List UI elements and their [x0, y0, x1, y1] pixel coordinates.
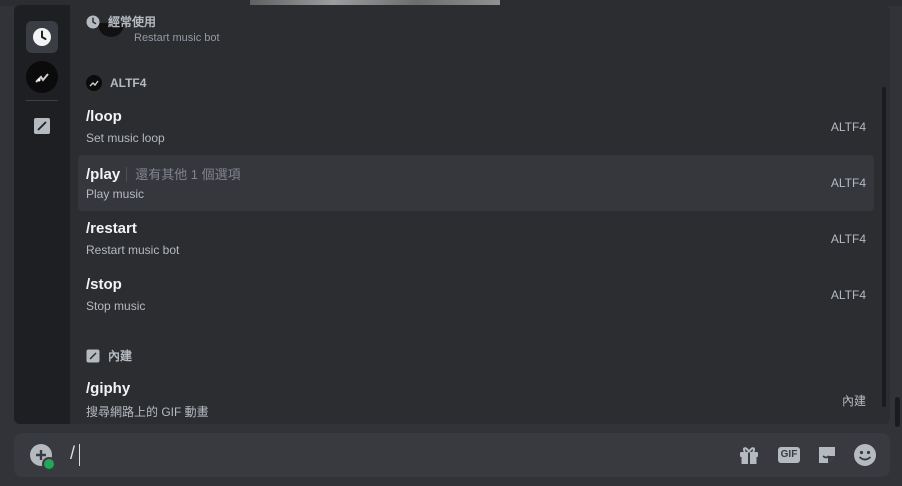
- command-item-stop[interactable]: /stop Stop music ALTF4: [78, 267, 874, 323]
- gif-button[interactable]: GIF: [776, 442, 802, 468]
- message-input-bar: / GIF: [14, 433, 890, 477]
- command-name: /play: [86, 166, 121, 183]
- text-caret: [79, 444, 80, 466]
- section-label: 內建: [108, 349, 133, 363]
- command-name: /giphy: [86, 380, 131, 397]
- command-description: Restart music bot: [86, 243, 180, 257]
- section-header-frequent: 經常使用: [86, 13, 156, 30]
- command-source: ALTF4: [830, 120, 866, 134]
- command-description: Set music loop: [86, 131, 165, 145]
- command-name: /restart: [86, 220, 137, 237]
- command-item-loop[interactable]: /loop Set music loop ALTF4: [78, 99, 874, 155]
- command-item-play[interactable]: /play 還有其他 1 個選項 Play music ALTF4: [78, 155, 874, 211]
- status-dot: [42, 457, 56, 471]
- command-source: 內建: [841, 394, 866, 408]
- bot-avatar-icon: [35, 73, 49, 83]
- command-name-row: /play 還有其他 1 個選項: [86, 164, 241, 183]
- section-header-builtin: 內建: [86, 347, 132, 364]
- gift-button[interactable]: [736, 442, 762, 468]
- command-description: Play music: [86, 187, 145, 201]
- gif-icon: GIF: [777, 447, 801, 463]
- rail-builtin-button[interactable]: [26, 110, 58, 142]
- section-header-bot: ALTF4: [86, 75, 146, 91]
- more-options-hint: 還有其他 1 個選項: [126, 167, 241, 182]
- list-scrollbar[interactable]: [882, 87, 886, 407]
- chat-scrollbar[interactable]: [895, 397, 900, 427]
- command-description: Stop music: [86, 299, 146, 313]
- smile-icon: [854, 444, 876, 466]
- gift-icon: [740, 447, 758, 464]
- slash-command-icon: [86, 349, 100, 362]
- command-autocomplete-popup: Restart music bot 經常使用 ALTF4 /loop Set m…: [14, 5, 890, 424]
- section-label: ALTF4: [110, 76, 147, 90]
- sticker-icon: [819, 447, 835, 463]
- section-label: 經常使用: [108, 15, 157, 29]
- rail-bot-avatar-button[interactable]: [26, 61, 58, 93]
- command-name: /loop: [86, 108, 122, 125]
- message-input[interactable]: /: [70, 443, 75, 464]
- slash-command-icon: [34, 118, 50, 134]
- command-item-restart[interactable]: /restart Restart music bot ALTF4: [78, 211, 874, 267]
- rail-divider: [26, 100, 58, 101]
- command-description: 搜尋網路上的 GIF 動畫: [86, 405, 209, 419]
- emoji-button[interactable]: [852, 442, 878, 468]
- command-category-rail: [14, 5, 70, 424]
- sticker-button[interactable]: [814, 442, 840, 468]
- command-source: ALTF4: [830, 176, 866, 190]
- command-item-giphy[interactable]: /giphy 搜尋網路上的 GIF 動畫 內建: [78, 371, 874, 424]
- command-list: Restart music bot 經常使用 ALTF4 /loop Set m…: [70, 5, 890, 424]
- rail-frequent-button[interactable]: [26, 21, 58, 53]
- bot-avatar-icon: [86, 75, 102, 91]
- command-source: ALTF4: [830, 232, 866, 246]
- clock-icon: [33, 28, 51, 46]
- clock-icon: [86, 15, 100, 28]
- command-source: ALTF4: [830, 288, 866, 302]
- peek-item-desc: Restart music bot: [134, 32, 220, 44]
- command-name: /stop: [86, 276, 122, 293]
